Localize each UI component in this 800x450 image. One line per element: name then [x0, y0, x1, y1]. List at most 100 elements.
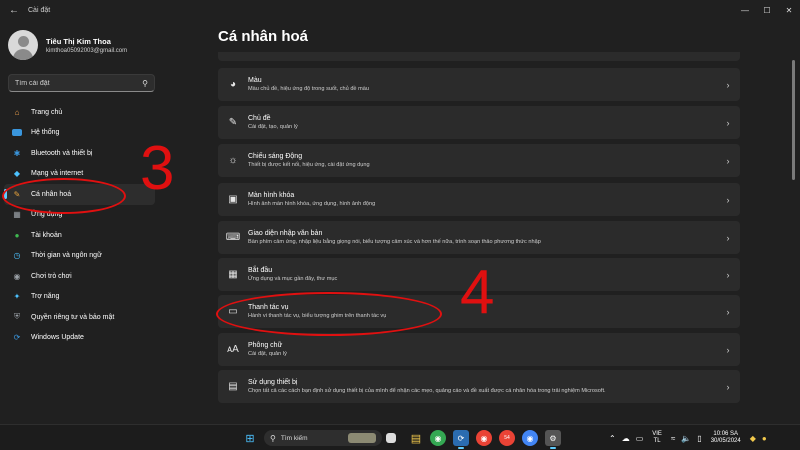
card-lock-screen[interactable]: ▣ Màn hình khóa Hình ảnh màn hình khóa, …: [218, 183, 740, 216]
start-icon: ▦: [228, 269, 238, 280]
cloud-icon[interactable]: ☁: [622, 434, 630, 443]
profile-name: Tiêu Thị Kim Thoa: [46, 36, 111, 46]
file-explorer-icon[interactable]: ▤: [408, 430, 424, 446]
search-icon: ⚲: [270, 433, 276, 443]
page-title: Cá nhân hoá: [218, 28, 309, 45]
sidebar-item-windows-update[interactable]: ⟳ Windows Update: [4, 328, 155, 349]
minimize-button[interactable]: —: [734, 0, 756, 20]
card-description: Thiết bị được kết nối, hiệu ứng, cài đặt…: [248, 162, 370, 168]
notification-badge: 54: [504, 435, 510, 441]
close-button[interactable]: ✕: [778, 0, 800, 20]
clock[interactable]: 10:06 SA 30/05/2024: [711, 431, 741, 445]
keyboard-icon: ⌨: [225, 232, 241, 243]
search-input[interactable]: [15, 79, 130, 87]
maximize-button[interactable]: ☐: [756, 0, 778, 20]
chevron-right-icon: ›: [726, 155, 730, 166]
avatar: [8, 30, 38, 60]
sidebar-item-label: Hệ thống: [31, 129, 60, 137]
card-device-usage[interactable]: ▤ Sử dụng thiết bị Chọn tất cả các cách …: [218, 370, 740, 403]
active-app-indicator: [550, 447, 556, 449]
back-button[interactable]: ←: [4, 0, 24, 20]
wifi-icon[interactable]: ≈: [671, 434, 675, 443]
gamepad-icon: ◉: [13, 271, 21, 281]
sidebar-item-home[interactable]: ⌂ Trang chủ: [4, 102, 155, 123]
globe-clock-icon: ◷: [13, 251, 21, 261]
sidebar-nav: ⌂ Trang chủ Hệ thống ✱ Bluetooth và thiế…: [4, 102, 155, 348]
card-colors[interactable]: ◕ Màu Màu chủ đề, hiệu ứng độ trong suốt…: [218, 68, 740, 101]
notification-bell-icon[interactable]: ◆: [750, 434, 756, 443]
monitor-icon: [12, 129, 22, 137]
taskbar-search-label: Tìm kiếm: [280, 434, 308, 442]
search-highlight-image: [348, 433, 376, 443]
volume-icon[interactable]: 🔈: [681, 434, 691, 443]
battery-icon[interactable]: ▭: [636, 434, 644, 443]
sidebar-item-label: Mạng và internet: [31, 170, 84, 178]
sidebar-item-label: Thời gian và ngôn ngữ: [31, 252, 102, 260]
card-description: Chọn tất cả các cách bạn định sử dụng th…: [248, 388, 606, 394]
chevron-right-icon: ›: [726, 117, 730, 128]
bluetooth-icon: ✱: [13, 148, 21, 158]
sidebar-item-label: Trang chủ: [31, 108, 63, 116]
accessibility-icon: ✦: [13, 292, 21, 302]
search-icon[interactable]: ⚲: [142, 79, 148, 88]
chevron-right-icon: ›: [726, 344, 730, 355]
annotation-oval-taskbar-card: [216, 292, 442, 336]
sidebar-item-label: Tài khoản: [31, 231, 62, 239]
card-text-input[interactable]: ⌨ Giao diện nhập văn bản Bàn phím cảm ứn…: [218, 221, 740, 254]
sidebar-item-accounts[interactable]: ● Tài khoản: [4, 225, 155, 246]
card-title: Màn hình khóa: [248, 192, 295, 199]
chevron-right-icon: ›: [726, 269, 730, 280]
chevron-right-icon: ›: [726, 232, 730, 243]
card-fonts[interactable]: ᴀA Phông chữ Cài đặt, quản lý ›: [218, 333, 740, 366]
chrome-profile-icon[interactable]: ◉: [476, 430, 492, 446]
card-title: Sử dụng thiết bị: [248, 379, 298, 386]
chevron-right-icon: ›: [726, 79, 730, 90]
update-icon: ⟳: [13, 333, 21, 343]
windows-start-icon[interactable]: ⊞: [242, 430, 258, 446]
edge-icon[interactable]: ⟳: [453, 430, 469, 446]
sidebar-item-gaming[interactable]: ◉ Chơi trò chơi: [4, 266, 155, 287]
chrome-notify-icon[interactable]: 54: [499, 430, 515, 446]
sidebar-item-system[interactable]: Hệ thống: [4, 123, 155, 144]
language-indicator[interactable]: VIE TL: [652, 431, 662, 445]
sidebar-item-label: Chơi trò chơi: [31, 272, 72, 280]
sidebar-item-accessibility[interactable]: ✦ Trợ năng: [4, 287, 155, 308]
card-description: Hình ảnh màn hình khóa, ứng dụng, hình ả…: [248, 201, 376, 207]
chrome-alt-icon[interactable]: ◉: [522, 430, 538, 446]
lighting-icon: ☼: [228, 155, 238, 166]
card-description: Cài đặt, quản lý: [248, 351, 287, 357]
card-themes[interactable]: ✎ Chủ đề Cài đặt, tạo, quản lý ›: [218, 106, 740, 139]
active-app-indicator: [458, 447, 464, 449]
card-title: Phông chữ: [248, 342, 283, 349]
lock-screen-icon: ▣: [228, 194, 238, 205]
sidebar-item-bluetooth[interactable]: ✱ Bluetooth và thiết bị: [4, 143, 155, 164]
chevron-up-icon[interactable]: ⌃: [609, 434, 616, 443]
sidebar-item-privacy[interactable]: ⛨ Quyền riêng tư và bảo mật: [4, 307, 155, 328]
annotation-step-3: 3: [140, 134, 175, 203]
scrollbar-thumb[interactable]: [792, 60, 795, 180]
card-dynamic-lighting[interactable]: ☼ Chiếu sáng Động Thiết bị được kết nối,…: [218, 144, 740, 177]
title-bar: ← Cài đặt — ☐ ✕: [0, 0, 800, 20]
annotation-oval-sidebar: [2, 178, 126, 214]
chevron-right-icon: ›: [726, 381, 730, 392]
account-icon: ●: [14, 230, 20, 240]
app-title: Cài đặt: [28, 6, 51, 14]
sidebar-item-time-language[interactable]: ◷ Thời gian và ngôn ngữ: [4, 246, 155, 267]
user-profile[interactable]: Tiêu Thị Kim Thoa kimthoa05092003@gmail.…: [8, 30, 127, 60]
card-description: Màu chủ đề, hiệu ứng độ trong suốt, chủ …: [248, 86, 369, 92]
system-tray: ⌃ ☁ ▭ VIE TL ≈ 🔈 ▯ 10:06 SA 30/05/2024 ◆…: [606, 425, 770, 450]
battery-status-icon[interactable]: ▯: [697, 434, 701, 443]
card-title: Giao diện nhập văn bản: [248, 230, 323, 237]
window-controls: — ☐ ✕: [734, 0, 800, 20]
task-view-icon[interactable]: [386, 433, 396, 443]
sidebar-item-label: Quyền riêng tư và bảo mật: [31, 313, 115, 321]
sidebar-item-label: Windows Update: [31, 334, 84, 342]
taskbar-search[interactable]: ⚲ Tìm kiếm: [264, 430, 382, 446]
sidebar-item-label: Trợ năng: [31, 293, 60, 301]
settings-app-icon[interactable]: ⚙: [545, 430, 561, 446]
copilot-icon[interactable]: ●: [762, 434, 767, 443]
chrome-icon[interactable]: ◉: [430, 430, 446, 446]
sidebar-item-label: Bluetooth và thiết bị: [31, 149, 93, 157]
font-icon: ᴀA: [227, 344, 239, 355]
home-icon: ⌂: [14, 107, 20, 117]
